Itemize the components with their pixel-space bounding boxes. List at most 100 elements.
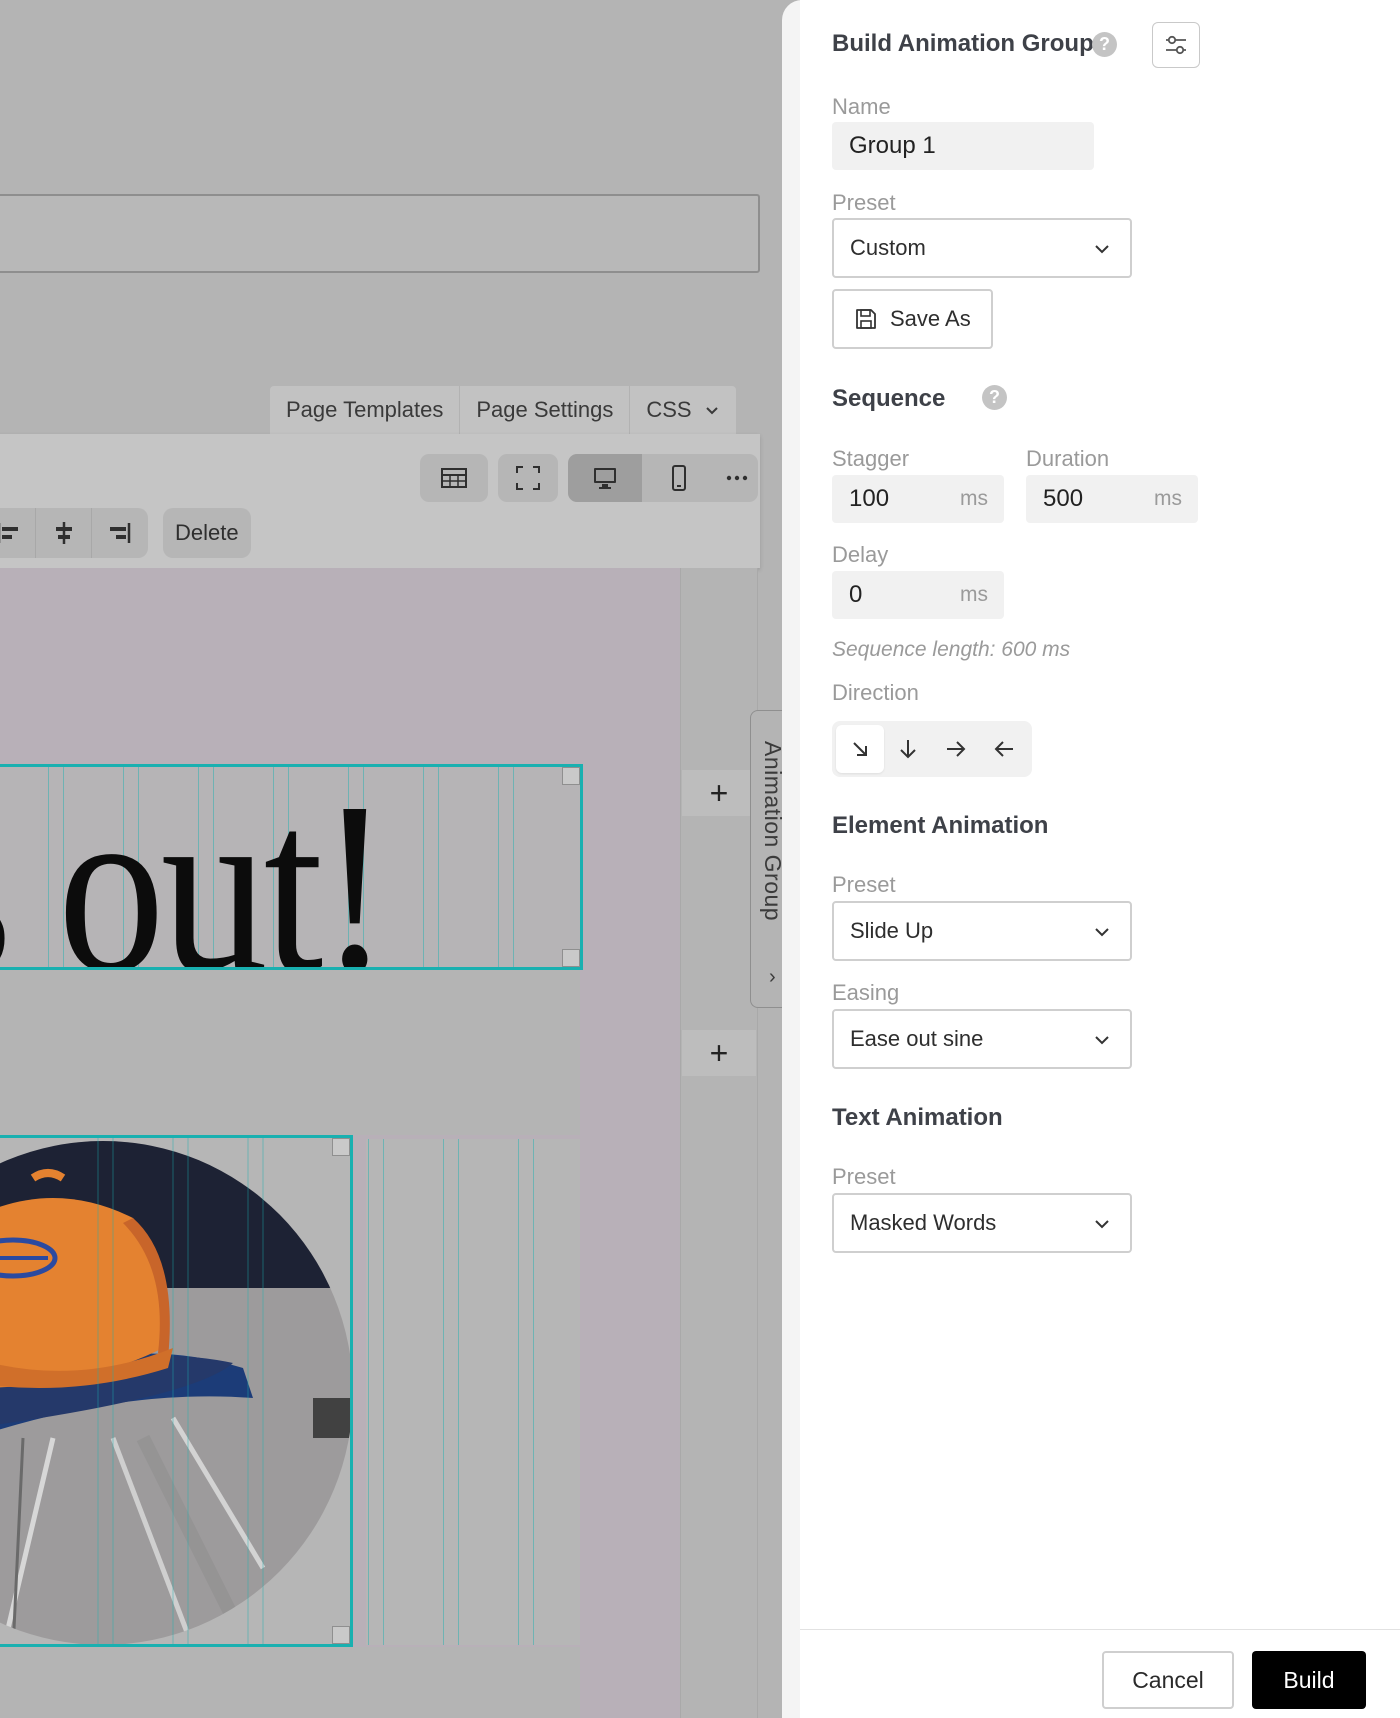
group-preset-label: Preset — [832, 190, 896, 215]
sequence-heading: Sequence — [832, 385, 946, 412]
fullscreen-icon — [516, 466, 540, 490]
grid-view-button[interactable] — [420, 454, 488, 502]
arrow-down-icon — [900, 740, 916, 759]
tab-label: Page Settings — [476, 397, 614, 422]
group-preset-select[interactable]: Custom — [832, 218, 1132, 278]
plus-icon: + — [709, 1034, 729, 1071]
align-right-icon — [110, 523, 131, 543]
save-as-button[interactable]: Save As — [832, 289, 993, 349]
canvas-right-gutter — [680, 568, 758, 1718]
cancel-button[interactable]: Cancel — [1102, 1651, 1234, 1709]
panel-footer: Cancel Build — [800, 1629, 1400, 1718]
duration-input[interactable]: 500 ms — [1026, 475, 1198, 523]
chevron-down-icon — [1095, 1036, 1109, 1045]
headline-text: s out! — [0, 764, 390, 970]
chevron-right-icon: › — [769, 966, 776, 988]
resize-handle[interactable] — [332, 1138, 350, 1156]
stagger-label: Stagger — [832, 446, 910, 471]
chevron-down-icon — [1095, 928, 1109, 937]
ms-unit: ms — [960, 487, 988, 510]
resize-handle[interactable] — [562, 767, 580, 785]
delay-label: Delay — [832, 542, 889, 567]
align-right-button[interactable] — [92, 508, 148, 558]
mobile-view-button[interactable] — [642, 454, 716, 502]
desktop-monitor-icon — [594, 468, 616, 489]
add-section-button[interactable]: + — [682, 1030, 756, 1076]
align-left-icon — [1, 527, 18, 539]
delete-button[interactable]: Delete — [163, 508, 251, 558]
top-container-box — [0, 194, 760, 273]
selected-headline-element[interactable]: s out! — [0, 764, 583, 970]
select-value: Slide Up — [850, 918, 934, 943]
ms-unit: ms — [960, 583, 988, 606]
canvas-section — [0, 970, 580, 1135]
chevron-down-icon — [1095, 1220, 1109, 1229]
select-value: Ease out sine — [850, 1026, 984, 1051]
direction-selector — [832, 721, 1032, 777]
stagger-value: 100 — [849, 485, 890, 512]
resize-handle[interactable] — [562, 949, 580, 967]
duration-label: Duration — [1026, 446, 1110, 471]
hat-photo-image — [0, 1138, 350, 1644]
delay-value: 0 — [849, 581, 863, 608]
select-value: Custom — [850, 235, 926, 260]
delay-input[interactable]: 0 ms — [832, 571, 1004, 619]
fullscreen-button[interactable] — [498, 454, 558, 502]
element-animation-heading: Element Animation — [832, 812, 1049, 839]
table-grid-icon — [441, 468, 467, 488]
chevron-down-icon — [1095, 245, 1109, 254]
text-animation-heading: Text Animation — [832, 1104, 1003, 1131]
align-center-button[interactable] — [36, 508, 92, 558]
mobile-phone-icon — [672, 465, 686, 491]
canvas-section — [0, 1647, 580, 1718]
help-icon[interactable]: ? — [1092, 32, 1117, 57]
easing-label: Easing — [832, 980, 900, 1005]
image-column-empty — [366, 1139, 580, 1645]
element-toolbar: Delete — [0, 434, 760, 568]
align-left-button[interactable] — [0, 508, 36, 558]
direction-diagonal-button[interactable] — [836, 725, 884, 773]
tab-css[interactable]: CSS — [630, 386, 735, 434]
sequence-length-note: Sequence length: 600 ms — [832, 638, 1071, 661]
desktop-view-button[interactable] — [568, 454, 642, 502]
duration-value: 500 — [1043, 485, 1084, 512]
save-disk-icon — [856, 309, 876, 329]
element-preset-select[interactable]: Slide Up — [832, 901, 1132, 961]
selected-image-element[interactable] — [0, 1135, 353, 1647]
stagger-input[interactable]: 100 ms — [832, 475, 1004, 523]
name-label: Name — [832, 94, 891, 119]
panel-title: Build Animation Group — [832, 30, 1094, 57]
arrow-right-icon — [947, 741, 966, 757]
direction-right-button[interactable] — [932, 725, 980, 773]
resize-handle[interactable] — [332, 1626, 350, 1644]
add-section-button[interactable]: + — [682, 770, 756, 816]
help-icon[interactable]: ? — [982, 385, 1007, 410]
direction-label: Direction — [832, 680, 919, 705]
easing-select[interactable]: Ease out sine — [832, 1009, 1132, 1069]
chevron-down-icon — [705, 407, 718, 415]
sliders-icon — [1166, 35, 1186, 55]
panel-content: Build Animation Group ? Name Group 1 Pre… — [800, 0, 1400, 1718]
editor-canvas-background: Page Templates Page Settings CSS Delete … — [0, 0, 790, 1718]
align-button-group — [0, 508, 148, 558]
ms-unit: ms — [1154, 487, 1182, 510]
direction-down-button[interactable] — [884, 725, 932, 773]
more-options-button[interactable] — [716, 454, 758, 502]
align-center-icon — [55, 522, 72, 544]
column-guides — [366, 1139, 580, 1645]
tab-label: CSS — [646, 397, 692, 422]
build-button[interactable]: Build — [1252, 1651, 1366, 1709]
direction-left-button[interactable] — [980, 725, 1028, 773]
canvas-section — [0, 568, 580, 764]
tab-label: Page Templates — [286, 397, 444, 422]
element-preset-label: Preset — [832, 872, 896, 897]
editor-tabs: Page Templates Page Settings CSS — [270, 386, 736, 434]
tab-page-templates[interactable]: Page Templates — [270, 386, 461, 434]
settings-sliders-button[interactable] — [1152, 22, 1200, 68]
select-value: Masked Words — [850, 1210, 997, 1235]
text-preset-select[interactable]: Masked Words — [832, 1193, 1132, 1253]
diagonal-down-right-arrow-icon — [853, 742, 867, 756]
name-input[interactable]: Group 1 — [832, 122, 1094, 170]
plus-icon: + — [709, 774, 729, 811]
tab-page-settings[interactable]: Page Settings — [460, 386, 631, 434]
